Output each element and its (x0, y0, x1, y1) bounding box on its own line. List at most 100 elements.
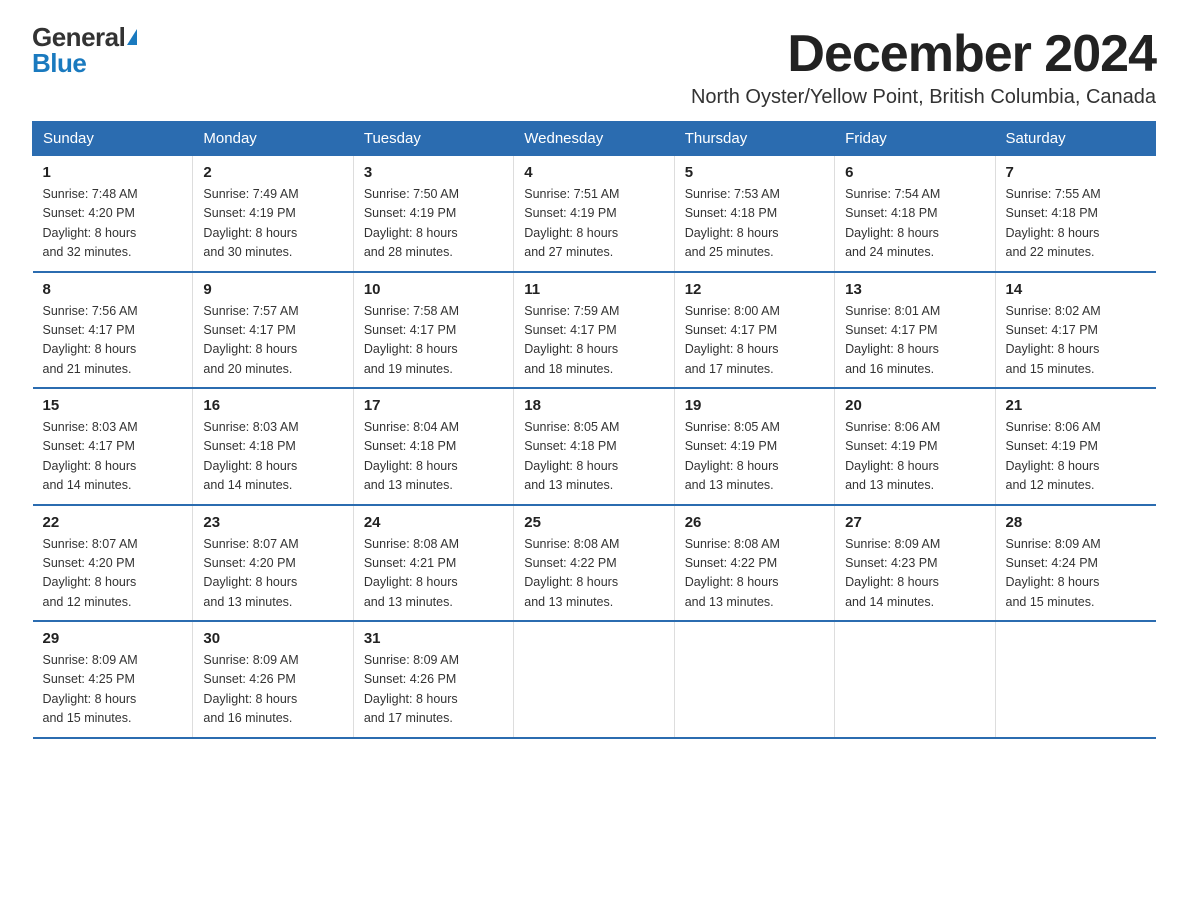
calendar-day-cell: 13 Sunrise: 8:01 AMSunset: 4:17 PMDayligh… (835, 272, 995, 389)
day-info: Sunrise: 7:49 AMSunset: 4:19 PMDaylight:… (203, 185, 342, 263)
day-number: 24 (364, 514, 503, 531)
weekday-header-row: SundayMondayTuesdayWednesdayThursdayFrid… (33, 122, 1156, 156)
logo: General Blue (32, 24, 137, 76)
day-info: Sunrise: 7:58 AMSunset: 4:17 PMDaylight:… (364, 302, 503, 380)
calendar-week-row: 8 Sunrise: 7:56 AMSunset: 4:17 PMDaylight… (33, 272, 1156, 389)
calendar-day-cell: 30 Sunrise: 8:09 AMSunset: 4:26 PMDayligh… (193, 621, 353, 738)
empty-cell (835, 621, 995, 738)
calendar-day-cell: 11Sunrise: 7:59 AMSunset: 4:17 PMDayligh… (514, 272, 674, 389)
calendar-day-cell: 5 Sunrise: 7:53 AMSunset: 4:18 PMDaylight… (674, 156, 834, 272)
day-number: 4 (524, 164, 663, 181)
calendar-day-cell: 27 Sunrise: 8:09 AMSunset: 4:23 PMDayligh… (835, 505, 995, 622)
calendar-day-cell: 4 Sunrise: 7:51 AMSunset: 4:19 PMDaylight… (514, 156, 674, 272)
calendar-day-cell: 14 Sunrise: 8:02 AMSunset: 4:17 PMDayligh… (995, 272, 1155, 389)
day-info: Sunrise: 7:54 AMSunset: 4:18 PMDaylight:… (845, 185, 984, 263)
page-header: General Blue December 2024 North Oyster/… (32, 24, 1156, 109)
day-info: Sunrise: 8:07 AMSunset: 4:20 PMDaylight:… (43, 535, 183, 613)
calendar-day-cell: 28 Sunrise: 8:09 AMSunset: 4:24 PMDayligh… (995, 505, 1155, 622)
calendar-table: SundayMondayTuesdayWednesdayThursdayFrid… (32, 121, 1156, 739)
day-number: 17 (364, 397, 503, 414)
month-year-title: December 2024 (691, 24, 1156, 84)
weekday-header-saturday: Saturday (995, 122, 1155, 156)
weekday-header-thursday: Thursday (674, 122, 834, 156)
weekday-header-friday: Friday (835, 122, 995, 156)
day-number: 30 (203, 630, 342, 647)
day-number: 6 (845, 164, 984, 181)
calendar-day-cell: 12 Sunrise: 8:00 AMSunset: 4:17 PMDayligh… (674, 272, 834, 389)
day-number: 27 (845, 514, 984, 531)
day-number: 26 (685, 514, 824, 531)
weekday-header-tuesday: Tuesday (353, 122, 513, 156)
calendar-day-cell: 1 Sunrise: 7:48 AMSunset: 4:20 PMDaylight… (33, 156, 193, 272)
calendar-day-cell: 16Sunrise: 8:03 AMSunset: 4:18 PMDayligh… (193, 388, 353, 505)
day-info: Sunrise: 7:57 AMSunset: 4:17 PMDaylight:… (203, 302, 342, 380)
day-number: 3 (364, 164, 503, 181)
calendar-week-row: 29Sunrise: 8:09 AMSunset: 4:25 PMDayligh… (33, 621, 1156, 738)
day-number: 21 (1006, 397, 1146, 414)
day-number: 13 (845, 281, 984, 298)
day-number: 18 (524, 397, 663, 414)
day-info: Sunrise: 8:02 AMSunset: 4:17 PMDaylight:… (1006, 302, 1146, 380)
day-number: 12 (685, 281, 824, 298)
day-info: Sunrise: 7:53 AMSunset: 4:18 PMDaylight:… (685, 185, 824, 263)
weekday-header-sunday: Sunday (33, 122, 193, 156)
calendar-day-cell: 22 Sunrise: 8:07 AMSunset: 4:20 PMDayligh… (33, 505, 193, 622)
calendar-day-cell: 17Sunrise: 8:04 AMSunset: 4:18 PMDayligh… (353, 388, 513, 505)
day-info: Sunrise: 8:09 AMSunset: 4:24 PMDaylight:… (1006, 535, 1146, 613)
day-info: Sunrise: 7:59 AMSunset: 4:17 PMDaylight:… (524, 302, 663, 380)
day-number: 14 (1006, 281, 1146, 298)
day-number: 1 (43, 164, 183, 181)
calendar-day-cell: 25 Sunrise: 8:08 AMSunset: 4:22 PMDayligh… (514, 505, 674, 622)
logo-triangle-icon (127, 29, 137, 45)
day-info: Sunrise: 8:03 AMSunset: 4:17 PMDaylight:… (43, 418, 183, 496)
weekday-header-wednesday: Wednesday (514, 122, 674, 156)
day-number: 28 (1006, 514, 1146, 531)
calendar-day-cell: 24 Sunrise: 8:08 AMSunset: 4:21 PMDayligh… (353, 505, 513, 622)
day-info: Sunrise: 7:55 AMSunset: 4:18 PMDaylight:… (1006, 185, 1146, 263)
day-info: Sunrise: 8:00 AMSunset: 4:17 PMDaylight:… (685, 302, 824, 380)
day-info: Sunrise: 8:07 AMSunset: 4:20 PMDaylight:… (203, 535, 342, 613)
day-info: Sunrise: 8:05 AMSunset: 4:19 PMDaylight:… (685, 418, 824, 496)
day-info: Sunrise: 8:03 AMSunset: 4:18 PMDaylight:… (203, 418, 342, 496)
calendar-day-cell: 15 Sunrise: 8:03 AMSunset: 4:17 PMDayligh… (33, 388, 193, 505)
day-info: Sunrise: 8:08 AMSunset: 4:22 PMDaylight:… (524, 535, 663, 613)
title-block: December 2024 North Oyster/Yellow Point,… (691, 24, 1156, 109)
weekday-header-monday: Monday (193, 122, 353, 156)
day-number: 2 (203, 164, 342, 181)
calendar-week-row: 15 Sunrise: 8:03 AMSunset: 4:17 PMDayligh… (33, 388, 1156, 505)
calendar-day-cell: 8 Sunrise: 7:56 AMSunset: 4:17 PMDaylight… (33, 272, 193, 389)
calendar-day-cell: 19Sunrise: 8:05 AMSunset: 4:19 PMDayligh… (674, 388, 834, 505)
empty-cell (674, 621, 834, 738)
day-number: 20 (845, 397, 984, 414)
day-info: Sunrise: 7:56 AMSunset: 4:17 PMDaylight:… (43, 302, 183, 380)
calendar-day-cell: 31 Sunrise: 8:09 AMSunset: 4:26 PMDayligh… (353, 621, 513, 738)
day-info: Sunrise: 8:09 AMSunset: 4:26 PMDaylight:… (203, 651, 342, 729)
calendar-day-cell: 20 Sunrise: 8:06 AMSunset: 4:19 PMDayligh… (835, 388, 995, 505)
day-info: Sunrise: 7:48 AMSunset: 4:20 PMDaylight:… (43, 185, 183, 263)
day-info: Sunrise: 8:06 AMSunset: 4:19 PMDaylight:… (1006, 418, 1146, 496)
day-number: 15 (43, 397, 183, 414)
day-info: Sunrise: 8:01 AMSunset: 4:17 PMDaylight:… (845, 302, 984, 380)
day-number: 5 (685, 164, 824, 181)
day-number: 25 (524, 514, 663, 531)
day-info: Sunrise: 8:06 AMSunset: 4:19 PMDaylight:… (845, 418, 984, 496)
calendar-day-cell: 6 Sunrise: 7:54 AMSunset: 4:18 PMDaylight… (835, 156, 995, 272)
calendar-day-cell: 18Sunrise: 8:05 AMSunset: 4:18 PMDayligh… (514, 388, 674, 505)
day-number: 31 (364, 630, 503, 647)
day-info: Sunrise: 8:09 AMSunset: 4:23 PMDaylight:… (845, 535, 984, 613)
day-number: 22 (43, 514, 183, 531)
calendar-day-cell: 23Sunrise: 8:07 AMSunset: 4:20 PMDayligh… (193, 505, 353, 622)
day-info: Sunrise: 8:09 AMSunset: 4:26 PMDaylight:… (364, 651, 503, 729)
calendar-day-cell: 9 Sunrise: 7:57 AMSunset: 4:17 PMDaylight… (193, 272, 353, 389)
calendar-day-cell: 29Sunrise: 8:09 AMSunset: 4:25 PMDayligh… (33, 621, 193, 738)
calendar-day-cell: 3 Sunrise: 7:50 AMSunset: 4:19 PMDaylight… (353, 156, 513, 272)
day-info: Sunrise: 7:50 AMSunset: 4:19 PMDaylight:… (364, 185, 503, 263)
day-number: 9 (203, 281, 342, 298)
day-info: Sunrise: 7:51 AMSunset: 4:19 PMDaylight:… (524, 185, 663, 263)
day-info: Sunrise: 8:08 AMSunset: 4:21 PMDaylight:… (364, 535, 503, 613)
day-number: 8 (43, 281, 183, 298)
logo-general-text: General (32, 24, 125, 50)
location-subtitle: North Oyster/Yellow Point, British Colum… (691, 86, 1156, 109)
day-info: Sunrise: 8:08 AMSunset: 4:22 PMDaylight:… (685, 535, 824, 613)
empty-cell (514, 621, 674, 738)
